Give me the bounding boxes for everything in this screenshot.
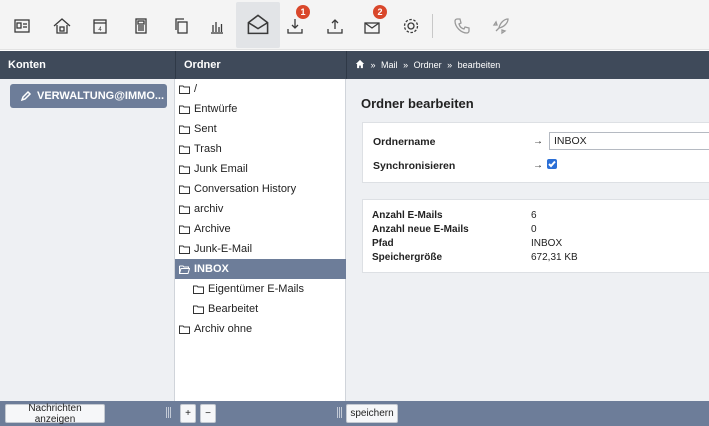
folder-item[interactable]: Junk Email: [175, 159, 346, 179]
folder-item[interactable]: Eigentümer E-Mails: [175, 279, 346, 299]
folder-item-selected[interactable]: INBOX: [175, 259, 346, 279]
folder-icon: [193, 285, 204, 294]
folder-icon: [179, 85, 190, 94]
account-button[interactable]: VERWALTUNG@IMMO...: [10, 84, 167, 108]
folders-header: Ordner: [175, 51, 346, 79]
folder-item[interactable]: Bearbeitet: [175, 299, 346, 319]
upload-icon[interactable]: [318, 9, 352, 43]
folder-icon: [179, 245, 190, 254]
arrow-icon: →: [533, 160, 543, 171]
sync-label: Synchronisieren: [373, 160, 456, 172]
toolbar: 4 1 2: [0, 0, 709, 50]
stat-value: 6: [531, 210, 537, 221]
show-messages-button[interactable]: Nachrichten anzeigen: [5, 403, 105, 425]
header-bar: Konten Ordner » Mail » Ordner » bearbeit…: [0, 51, 709, 79]
resize-handle[interactable]: [166, 407, 171, 418]
folder-icon: [179, 225, 190, 234]
stat-label: Anzahl E-Mails: [372, 210, 443, 221]
accounts-panel: VERWALTUNG@IMMO...: [0, 79, 175, 401]
folder-form-card: Ordnername → Synchronisieren →: [362, 122, 709, 183]
settings-icon[interactable]: [394, 9, 428, 43]
folder-open-icon: [179, 265, 190, 274]
calendar-icon[interactable]: 4: [83, 9, 117, 43]
calculator-icon[interactable]: [124, 9, 158, 43]
home-icon[interactable]: [45, 9, 79, 43]
folder-item[interactable]: Conversation History: [175, 179, 346, 199]
folders-panel: / Entwürfe Sent Trash Junk Email Convers…: [175, 79, 346, 401]
home-breadcrumb-icon[interactable]: [355, 52, 365, 80]
folder-name-input[interactable]: [549, 132, 709, 150]
phone-icon[interactable]: [445, 9, 479, 43]
contacts-icon[interactable]: [5, 9, 39, 43]
folder-icon: [179, 185, 190, 194]
breadcrumb-item[interactable]: Ordner: [414, 60, 442, 70]
folder-name-label: Ordnername: [373, 136, 436, 148]
folder-icon: [179, 125, 190, 134]
stat-value: 672,31 KB: [531, 252, 578, 263]
arrow-icon: →: [533, 136, 543, 147]
folder-item[interactable]: Trash: [175, 139, 346, 159]
breadcrumb-sep: »: [403, 60, 409, 70]
folder-icon: [179, 145, 190, 154]
accounts-header: Konten: [8, 59, 46, 71]
main-panel: Ordner bearbeiten Ordnername → Synchroni…: [346, 79, 709, 401]
mail-icon[interactable]: [236, 2, 280, 48]
folder-item[interactable]: archiv: [175, 199, 346, 219]
chart-icon[interactable]: [200, 9, 234, 43]
folder-item[interactable]: Junk-E-Mail: [175, 239, 346, 259]
remove-folder-button[interactable]: −: [200, 404, 216, 423]
breadcrumb: » Mail » Ordner » bearbeiten: [346, 51, 709, 79]
folder-icon: [193, 305, 204, 314]
folder-item[interactable]: /: [175, 79, 346, 99]
breadcrumb-item: bearbeiten: [457, 60, 501, 70]
stat-label: Speichergröße: [372, 252, 443, 263]
account-label: VERWALTUNG@IMMO...: [37, 90, 165, 102]
folder-item[interactable]: Archiv ohne: [175, 319, 346, 339]
folder-icon: [179, 325, 190, 334]
add-folder-button[interactable]: +: [180, 404, 196, 423]
svg-text:4: 4: [98, 27, 102, 33]
stat-label: Pfad: [372, 238, 394, 249]
edit-icon: [20, 90, 32, 102]
stat-value: 0: [531, 224, 537, 235]
stat-value: INBOX: [531, 238, 563, 249]
folder-icon: [179, 165, 190, 174]
resize-handle[interactable]: [337, 407, 342, 418]
rocket-icon[interactable]: [484, 9, 518, 43]
page-title: Ordner bearbeiten: [361, 96, 474, 111]
toolbar-divider: [432, 14, 433, 38]
stat-label: Anzahl neue E-Mails: [372, 224, 469, 235]
mail-badge-icon[interactable]: 2: [355, 5, 389, 43]
breadcrumb-sep: »: [370, 60, 376, 70]
folder-icon: [179, 105, 190, 114]
folder-item[interactable]: Sent: [175, 119, 346, 139]
inbox-badge: 2: [373, 5, 387, 19]
copy-icon[interactable]: [164, 9, 198, 43]
download-badge: 1: [296, 5, 310, 19]
download-icon[interactable]: 1: [278, 5, 312, 43]
breadcrumb-sep: »: [447, 60, 453, 70]
folder-item[interactable]: Entwürfe: [175, 99, 346, 119]
folder-item[interactable]: Archive: [175, 219, 346, 239]
footer-bar: Nachrichten anzeigen + − speichern: [0, 401, 709, 426]
save-button[interactable]: speichern: [346, 404, 398, 423]
breadcrumb-item[interactable]: Mail: [381, 60, 398, 70]
check-icon: [548, 160, 556, 168]
sync-checkbox[interactable]: [547, 159, 557, 169]
folder-stats-card: Anzahl E-Mails 6 Anzahl neue E-Mails 0 P…: [362, 199, 709, 273]
folder-icon: [179, 205, 190, 214]
